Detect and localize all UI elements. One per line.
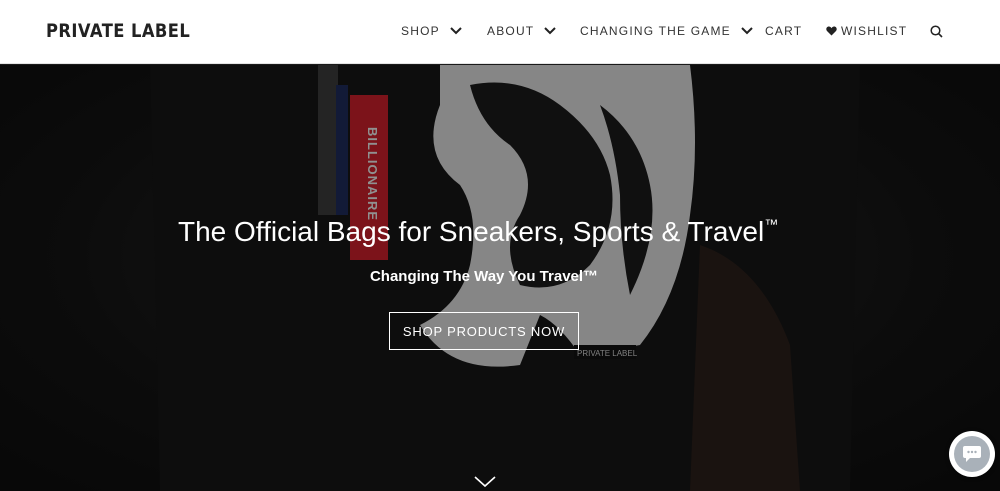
chat-widget-button[interactable] [949,431,995,477]
search-button[interactable] [930,25,943,41]
shop-products-now-button[interactable]: SHOP PRODUCTS NOW [389,312,579,350]
nav-item-about[interactable]: ABOUT [487,24,557,38]
hero-subtitle: Changing The Way You Travel™ [369,268,599,285]
chevron-down-icon [450,27,462,35]
nav-item-changing-the-game[interactable]: CHANGING THE GAME [580,24,753,38]
search-icon [930,25,943,41]
hero-title-text: The Official Bags for Sneakers, Sports &… [178,216,765,247]
nav-item-shop[interactable]: SHOP [401,24,462,38]
site-header: PRIVATE LABEL SHOP ABOUT CHANGING THE GA… [0,0,1000,64]
chevron-down-icon [741,27,753,35]
scroll-down-chevron-icon[interactable] [474,475,496,491]
hero-title: The Official Bags for Sneakers, Sports &… [178,216,778,248]
nav-item-about-label: ABOUT [487,24,535,38]
nav-item-wishlist-label: WISHLIST [841,24,908,38]
chat-bubble-icon [954,436,990,472]
hero-banner: BILLIONAIRE PRIVATE LABEL The Official B… [0,65,1000,491]
nav-item-cart-label: CART [765,24,803,38]
nav-item-changing-the-game-label: CHANGING THE GAME [580,24,731,38]
heart-icon [826,26,837,36]
nav-item-wishlist[interactable]: WISHLIST [826,24,907,38]
nav-item-shop-label: SHOP [401,24,440,38]
main-nav: SHOP ABOUT CHANGING THE GAME CART WISHLI… [0,0,1000,64]
chevron-down-icon [544,27,557,35]
nav-item-cart[interactable]: CART [765,24,802,38]
hero-title-trademark: ™ [764,215,779,232]
